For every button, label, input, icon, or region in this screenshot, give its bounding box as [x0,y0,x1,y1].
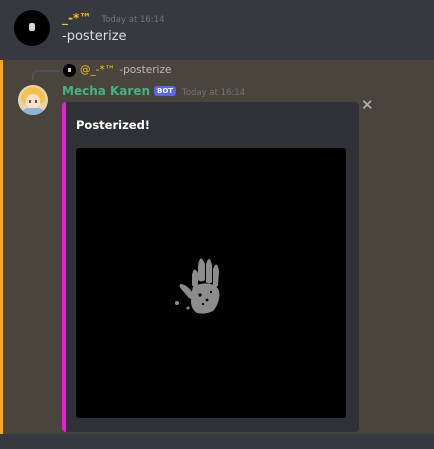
bot-username[interactable]: Mecha Karen [62,84,150,98]
bot-badge: BOT [154,86,177,96]
close-icon[interactable]: ✕ [361,98,374,113]
message-1: _-*™ Today at 16:14 -posterize [0,0,434,58]
handprint-image [175,258,220,314]
reply-content: -posterize [119,64,172,76]
embed: Posterized! [62,102,359,432]
message-2: @_-*™ -posterize Mecha Karen BOT Today at 1… [0,60,434,434]
message-content: -posterize [62,29,127,44]
reply-preview[interactable]: @_-*™ -posterize [80,64,171,76]
embed-image[interactable] [76,148,346,418]
reply-connector [32,70,60,80]
chat-bottom-spacer [0,434,434,449]
timestamp: Today at 16:14 [101,15,165,25]
embed-title: Posterized! [76,118,151,132]
embed-color-stripe [62,102,66,432]
reply-avatar[interactable] [63,64,76,77]
message-header: _-*™ Today at 16:14 [62,11,164,25]
timestamp: Today at 16:14 [182,88,246,98]
reply-username[interactable]: @_-*™ [80,64,115,76]
bot-avatar[interactable] [18,85,48,115]
user-avatar[interactable] [14,10,50,46]
message-header: Mecha Karen BOT Today at 16:14 [62,84,245,98]
mention-highlight-bar [0,60,3,434]
username[interactable]: _-*™ [62,11,91,25]
